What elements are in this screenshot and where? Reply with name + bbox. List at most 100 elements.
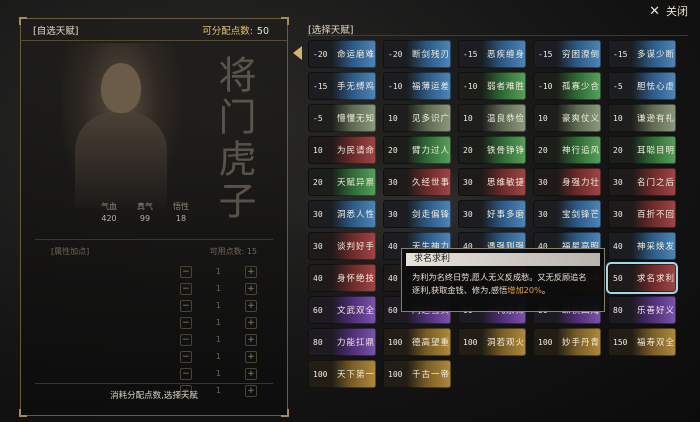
panel-title: [自选天赋] — [33, 25, 79, 37]
alloc-value: 1 — [215, 352, 221, 361]
talent-card[interactable]: 20 臂力过人 — [383, 136, 451, 164]
talent-card[interactable]: 100 千古一帝 — [383, 360, 451, 388]
talent-card[interactable]: -15 手无缚鸡 — [308, 72, 376, 100]
talent-card[interactable]: -20 断剑残刃 — [383, 40, 451, 68]
plus-button[interactable]: + — [245, 333, 257, 346]
attribute-alloc-header: [属性加点] 可用点数: 15 — [51, 246, 257, 257]
talent-card[interactable]: 100 妙手丹青 — [533, 328, 601, 356]
talent-card[interactable]: 100 洞若观火 — [458, 328, 526, 356]
talent-card[interactable]: 150 福寿双全 — [608, 328, 676, 356]
talent-card[interactable]: 40 神采焕发 — [608, 232, 676, 260]
alloc-stepper: − 1 + — [179, 282, 257, 295]
minus-button[interactable]: − — [179, 299, 192, 312]
talent-cost: -20 — [313, 49, 328, 59]
talent-card[interactable]: 20 神行追风 — [533, 136, 601, 164]
talent-card[interactable]: 40 身怀绝技 — [308, 264, 376, 292]
plus-button[interactable]: + — [245, 350, 257, 363]
talent-name: 谈判好手 — [337, 242, 376, 252]
alloc-row: − 1 + — [51, 280, 257, 297]
alloc-stepper: − 1 + — [179, 316, 257, 329]
talent-cost: 80 — [613, 305, 623, 315]
minus-button[interactable]: − — [179, 333, 192, 346]
talent-name: 求名求利 — [637, 274, 676, 284]
alloc-value: 1 — [215, 301, 221, 310]
minus-button[interactable]: − — [179, 265, 192, 278]
talent-card[interactable]: -15 恶疾缠身 — [458, 40, 526, 68]
talent-name: 千古一帝 — [412, 370, 451, 380]
minus-button[interactable]: − — [179, 350, 192, 363]
talent-name: 穷困潦倒 — [562, 50, 601, 60]
talent-card[interactable]: -10 福薄运差 — [383, 72, 451, 100]
plus-button[interactable]: + — [245, 282, 257, 295]
talent-card[interactable]: 30 剑走偏锋 — [383, 200, 451, 228]
talent-card[interactable]: 20 耳聪目明 — [608, 136, 676, 164]
talent-card[interactable]: 30 宝剑锋芒 — [533, 200, 601, 228]
stat-label: 悟性 — [173, 202, 189, 211]
corner-ornament — [19, 409, 27, 417]
talent-card[interactable]: -10 孤寡少合 — [533, 72, 601, 100]
talent-card[interactable]: 30 久经世事 — [383, 168, 451, 196]
talent-card[interactable]: 30 名门之后 — [608, 168, 676, 196]
talent-card[interactable]: 80 力能扛鼎 — [308, 328, 376, 356]
talent-cost: 10 — [538, 113, 548, 123]
talent-card[interactable]: 30 身强力壮 — [533, 168, 601, 196]
plus-button[interactable]: + — [245, 299, 257, 312]
title-underline — [308, 35, 688, 36]
alloc-row: − 1 + — [51, 263, 257, 280]
alloc-value: 1 — [215, 335, 221, 344]
talent-name: 臂力过人 — [412, 146, 451, 156]
talent-card[interactable]: 30 谈判好手 — [308, 232, 376, 260]
talent-name: 谦逊有礼 — [637, 114, 676, 124]
talent-card[interactable]: 100 德高望重 — [383, 328, 451, 356]
talent-card[interactable]: 10 见多识广 — [383, 104, 451, 132]
talent-cost: 100 — [313, 369, 328, 379]
talent-card[interactable]: 50 求名求利 — [606, 262, 678, 294]
plus-button[interactable]: + — [245, 316, 257, 329]
talent-name: 孤寡少合 — [562, 82, 601, 92]
talent-card[interactable]: 30 思维敏捷 — [458, 168, 526, 196]
talent-card[interactable]: -15 穷困潦倒 — [533, 40, 601, 68]
talent-card[interactable]: -10 弱者难胜 — [458, 72, 526, 100]
minus-button[interactable]: − — [179, 367, 192, 380]
minus-button[interactable]: − — [179, 282, 192, 295]
talent-card[interactable]: 80 乐善好义 — [608, 296, 676, 324]
portrait-body — [75, 113, 167, 208]
talent-cost: 100 — [388, 337, 403, 347]
talent-cost: 40 — [313, 273, 323, 283]
close-button[interactable]: ✕ 关闭 — [649, 3, 688, 19]
talent-card[interactable]: 10 温良恭俭 — [458, 104, 526, 132]
talent-name: 福寿双全 — [637, 338, 676, 348]
talent-card[interactable]: 10 为民请命 — [308, 136, 376, 164]
talent-cost: 150 — [613, 337, 628, 347]
talent-name: 多谋少断 — [637, 50, 676, 60]
talent-card[interactable]: 10 豪爽仗义 — [533, 104, 601, 132]
corner-ornament — [281, 409, 289, 417]
panel-header: [自选天赋] 可分配点数: 50 — [21, 19, 287, 41]
talent-card[interactable]: 30 百折不回 — [608, 200, 676, 228]
talent-card[interactable]: 20 天赋异禀 — [308, 168, 376, 196]
talent-card[interactable]: -15 多谋少断 — [608, 40, 676, 68]
stat-qi: 真气 99 — [137, 201, 153, 223]
talent-name: 断剑残刃 — [412, 50, 451, 60]
talent-name: 百折不回 — [637, 210, 676, 220]
talent-card[interactable]: -5 胆怯心虚 — [608, 72, 676, 100]
minus-button[interactable]: − — [179, 316, 192, 329]
talent-card[interactable]: 100 天下第一 — [308, 360, 376, 388]
points-value: 50 — [256, 25, 269, 37]
talent-name: 耳聪目明 — [637, 146, 676, 156]
collapse-arrow-icon[interactable] — [293, 46, 302, 60]
talent-card[interactable]: 30 好事多磨 — [458, 200, 526, 228]
talent-name: 身怀绝技 — [337, 274, 376, 284]
talent-cost: 30 — [388, 209, 398, 219]
talent-card[interactable]: 20 铁骨铮铮 — [458, 136, 526, 164]
talent-card[interactable]: -5 懵懂无知 — [308, 104, 376, 132]
plus-button[interactable]: + — [245, 367, 257, 380]
talent-card[interactable]: 60 文武双全 — [308, 296, 376, 324]
talent-card[interactable]: 30 洞悉人性 — [308, 200, 376, 228]
talent-cost: -15 — [313, 81, 328, 91]
talent-card[interactable]: -20 命运磨难 — [308, 40, 376, 68]
talent-name: 温良恭俭 — [487, 114, 526, 124]
plus-button[interactable]: + — [245, 265, 257, 278]
talent-name: 名门之后 — [637, 178, 676, 188]
talent-card[interactable]: 10 谦逊有礼 — [608, 104, 676, 132]
